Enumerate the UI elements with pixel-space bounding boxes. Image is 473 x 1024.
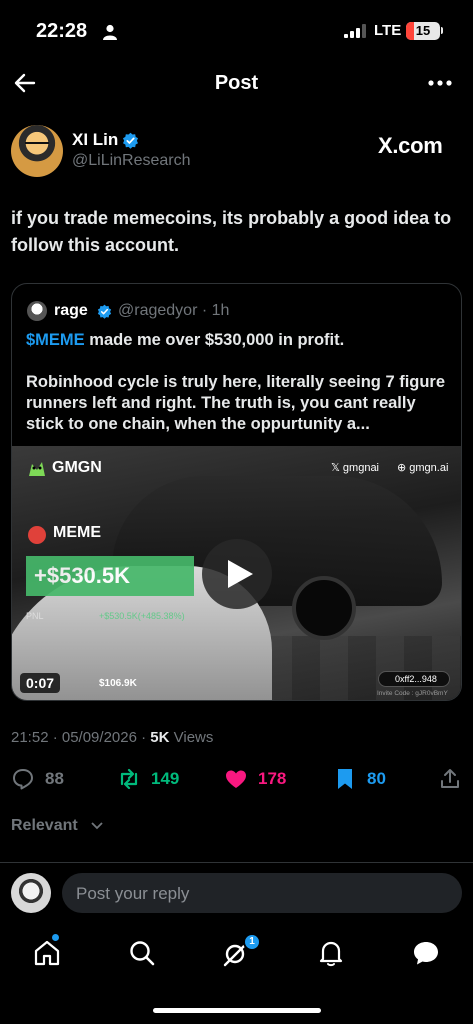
- quote-handle-time: @ragedyor · 1h: [118, 302, 230, 319]
- page-title: Post: [214, 72, 259, 94]
- top-nav: Post: [0, 62, 473, 106]
- pnl-value: +$530.5K: [34, 563, 131, 588]
- heart-icon: [226, 770, 246, 788]
- video-duration: 0:07: [20, 673, 61, 693]
- views-label: Views: [169, 729, 214, 746]
- repost-count: 149: [151, 769, 180, 788]
- bookmark-button[interactable]: 80: [333, 766, 386, 792]
- verified-badge-icon: [97, 304, 112, 319]
- author-handle[interactable]: @LiLinResearch: [72, 152, 191, 170]
- tab-search[interactable]: [127, 938, 157, 968]
- gmgn-logo-icon: [29, 462, 45, 476]
- sort-label: Relevant: [11, 817, 78, 834]
- site-label: ⊕ gmgn.ai: [397, 462, 449, 474]
- tab-notifications[interactable]: [316, 938, 346, 968]
- video-player[interactable]: GMGN 𝕏 gmgnai ⊕ gmgn.ai MEME +$530.5K PN…: [12, 446, 461, 700]
- share-button[interactable]: [438, 766, 462, 792]
- tab-messages[interactable]: [411, 938, 441, 968]
- more-options-icon[interactable]: [427, 72, 453, 94]
- bookmark-count: 80: [367, 769, 386, 788]
- post-timestamp: 21:52 · 05/09/2026 ·: [11, 729, 151, 746]
- repost-icon: [120, 768, 138, 790]
- tab-home[interactable]: [32, 938, 62, 968]
- quote-line-2: Robinhood cycle is truly here, literally…: [26, 373, 446, 433]
- status-bar: 22:28 LTE 15: [0, 0, 473, 62]
- cashtag-link[interactable]: $MEME: [26, 331, 85, 349]
- x-handle-text: gmgnai: [342, 462, 379, 474]
- quote-avatar[interactable]: [27, 301, 47, 321]
- play-icon: [228, 560, 253, 588]
- bottom-tab-bar: [0, 924, 473, 994]
- chat-bubble-icon: [414, 942, 438, 965]
- share-icon: [441, 769, 459, 788]
- home-indicator: [153, 1008, 321, 1013]
- views-count[interactable]: 5K: [150, 729, 169, 746]
- like-button[interactable]: 178: [224, 766, 286, 792]
- divider: [0, 862, 473, 863]
- post-meta: 21:52 · 05/09/2026 · 5K Views: [11, 729, 213, 746]
- quote-text: $MEME made me over $530,000 in profit. R…: [26, 330, 451, 435]
- battery-nub: [441, 27, 443, 34]
- author-avatar[interactable]: [11, 125, 63, 177]
- grok-badge: 1: [243, 933, 261, 951]
- sort-replies-dropdown[interactable]: Relevant: [11, 817, 103, 835]
- quoted-post[interactable]: rage @ragedyor · 1h $MEME made me over $…: [11, 283, 462, 701]
- author-name[interactable]: XI Lin: [72, 130, 118, 150]
- brand-label: GMGN: [52, 459, 102, 476]
- my-avatar[interactable]: [11, 873, 51, 913]
- home-unread-dot: [52, 934, 59, 941]
- home-icon: [34, 940, 60, 966]
- post-text: if you trade memecoins, its probably a g…: [11, 208, 452, 255]
- site-text: gmgn.ai: [409, 462, 449, 474]
- wallet-address: 0xff2...948: [378, 671, 450, 687]
- chevron-down-icon: [91, 822, 103, 830]
- token-label: MEME: [53, 524, 101, 541]
- action-bar: 88 149 178 80: [0, 762, 473, 796]
- network-label: LTE: [374, 22, 402, 39]
- repost-button[interactable]: 149: [117, 766, 179, 792]
- battery-icon: 15: [406, 22, 440, 40]
- bell-icon: [319, 941, 343, 967]
- reply-placeholder: Post your reply: [76, 884, 190, 903]
- person-icon: [103, 24, 117, 40]
- pnl-label: PNL: [26, 611, 44, 621]
- quote-line-1: made me over $530,000 in profit.: [84, 331, 345, 349]
- reply-count: 88: [45, 769, 64, 788]
- token-icon: [28, 526, 46, 544]
- reply-button[interactable]: 88: [11, 766, 64, 792]
- pnl-detail: +$530.5K(+485.38%): [99, 611, 185, 621]
- pnl-box: +$530.5K: [26, 556, 194, 596]
- search-icon: [130, 941, 155, 966]
- like-count: 178: [258, 769, 287, 788]
- verified-badge-icon: [122, 132, 139, 149]
- quote-author-name[interactable]: rage: [54, 302, 88, 320]
- reply-input[interactable]: Post your reply: [62, 873, 462, 913]
- source-badge: X.com: [378, 133, 443, 158]
- x-handle-label: 𝕏 gmgnai: [331, 462, 379, 474]
- status-time: 22:28: [36, 20, 88, 42]
- invite-code: Invite Code : gJR0vBmY: [377, 690, 448, 697]
- battery-level: 15: [415, 23, 431, 38]
- reply-icon: [13, 769, 33, 790]
- bookmark-icon: [338, 769, 352, 789]
- signal-icon: [344, 24, 366, 38]
- play-button[interactable]: [202, 539, 272, 609]
- amount-value: $106.9K: [99, 678, 137, 689]
- wheel-image: [292, 576, 356, 640]
